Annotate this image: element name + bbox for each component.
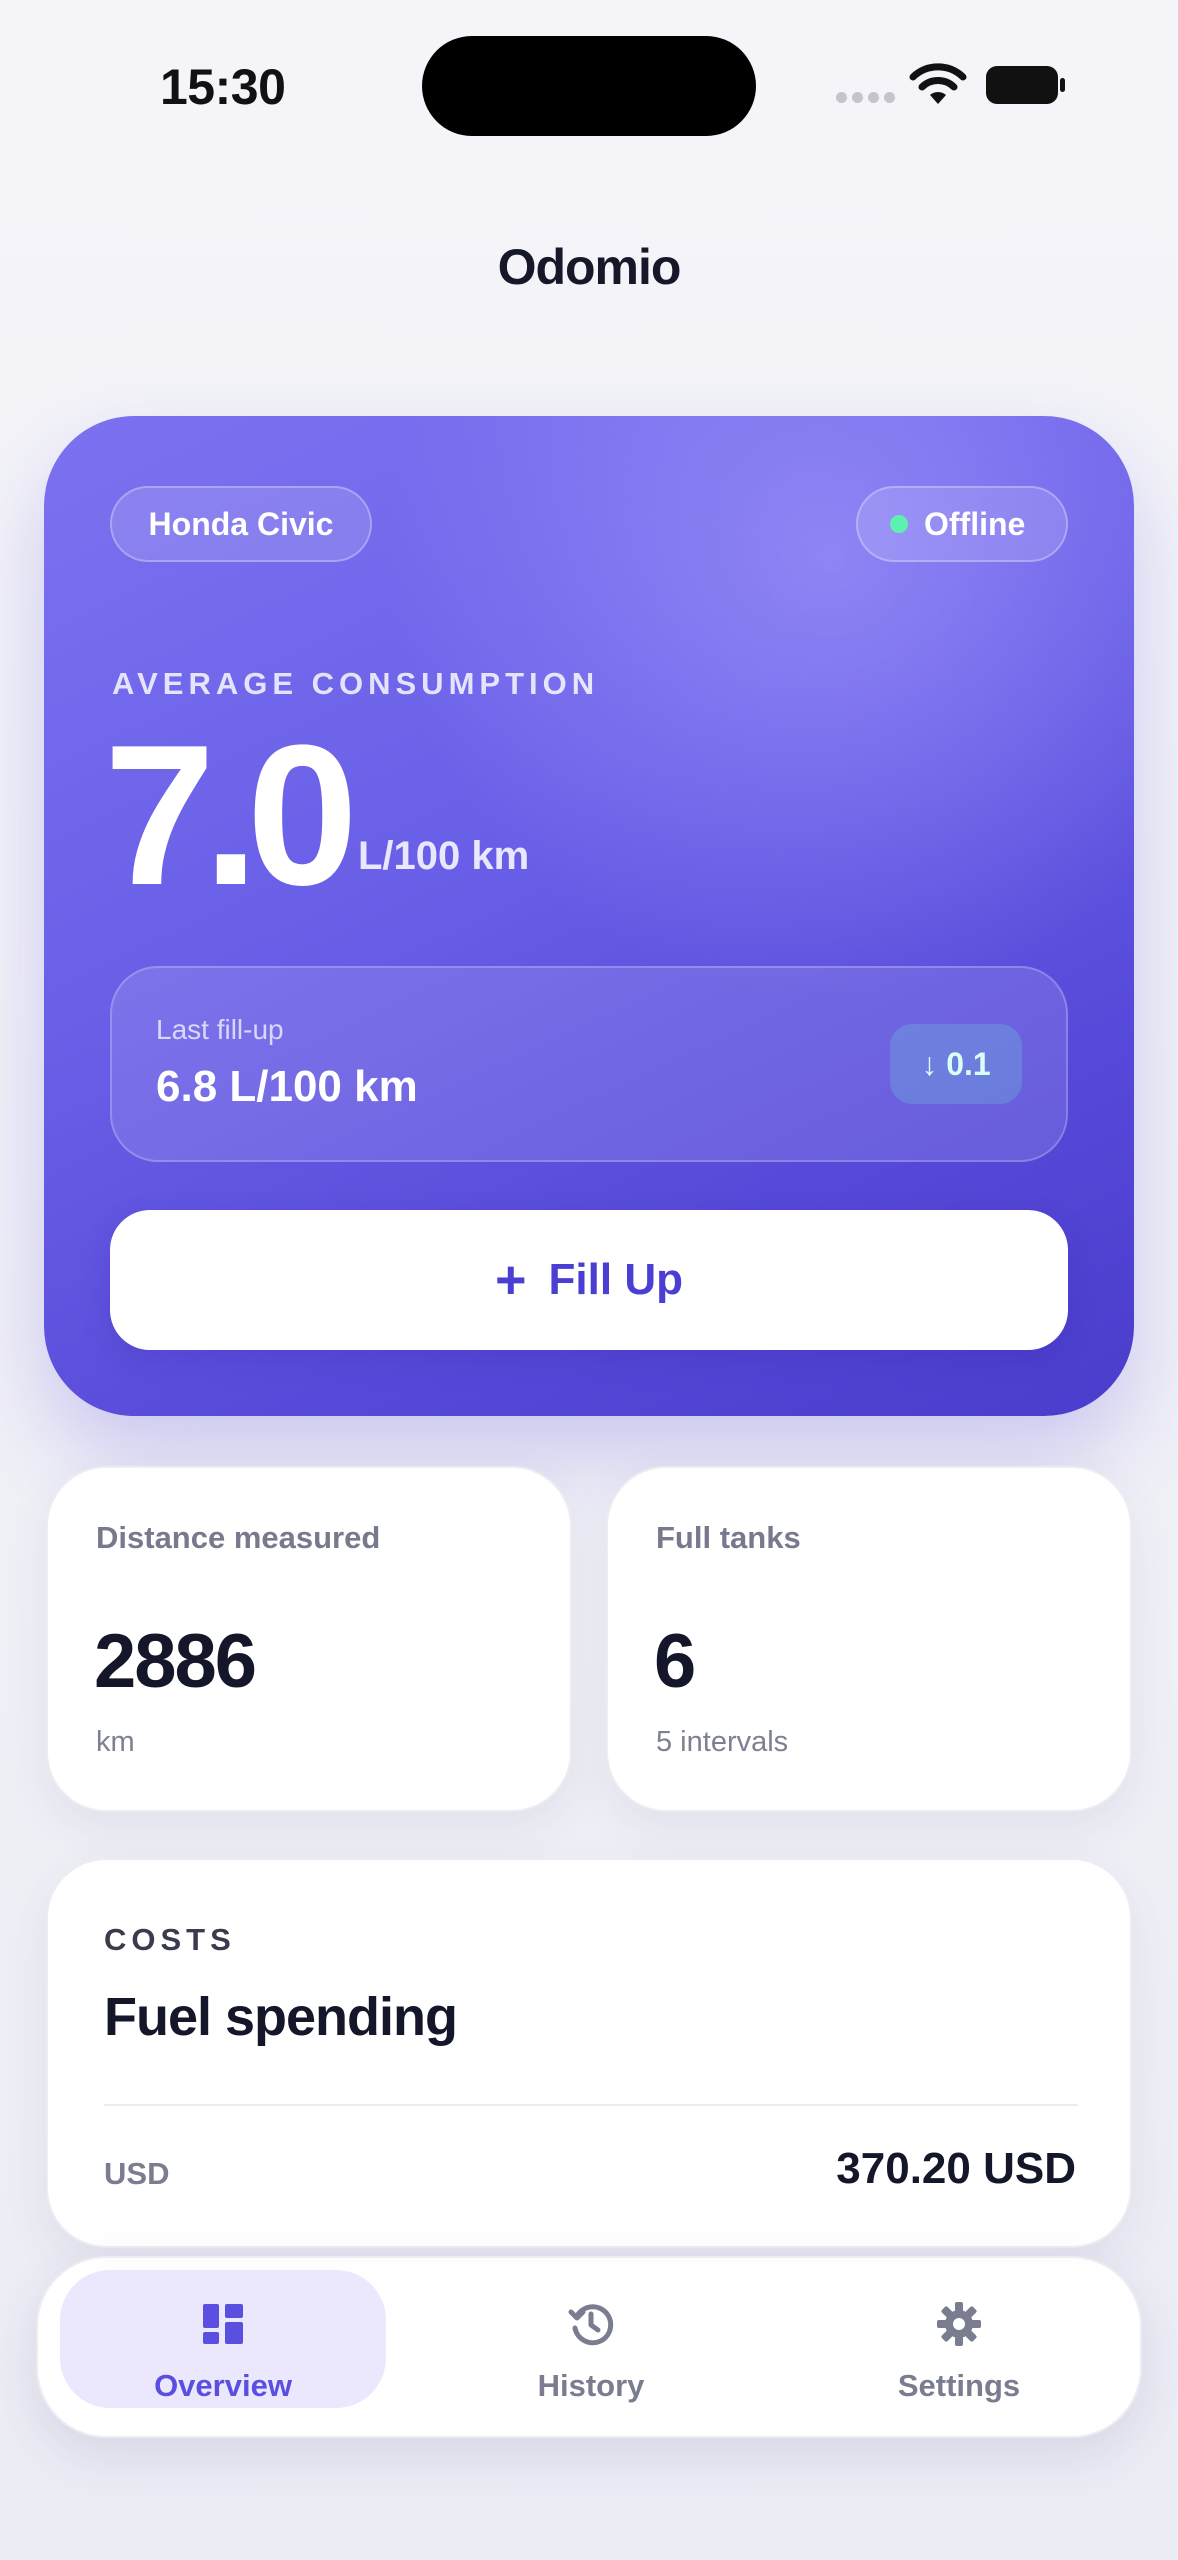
history-icon <box>568 2304 614 2346</box>
costs-card: COSTS Fuel spending USD 370.20 USD <box>46 1858 1132 2248</box>
full-tanks-value: 6 <box>654 1619 696 1704</box>
full-tanks-intervals: 5 intervals <box>656 1726 789 1758</box>
last-fill-value: 6.8 L/100 km <box>156 1062 418 1111</box>
average-consumption-value: 7.0 <box>104 704 358 927</box>
connection-status-label: Offline <box>924 505 1026 542</box>
full-tanks-card: Full tanks 6 5 intervals <box>606 1466 1132 1812</box>
distance-unit: km <box>96 1726 135 1758</box>
app-title: Odomio <box>497 239 682 295</box>
tab-history[interactable]: History <box>428 2270 754 2408</box>
tab-bar: Overview History Settings <box>36 2256 1142 2438</box>
divider <box>104 2104 1078 2106</box>
status-dot-icon <box>890 515 908 533</box>
consumption-card: Honda Civic Offline AVERAGE CONSUMPTION … <box>44 416 1134 1416</box>
wifi-icon <box>909 63 967 104</box>
battery-icon <box>986 66 1066 106</box>
dashboard-icon <box>203 2304 243 2344</box>
tab-settings[interactable]: Settings <box>796 2270 1122 2408</box>
dynamic-island <box>422 36 756 136</box>
tab-history-label: History <box>537 2368 645 2403</box>
tab-overview[interactable]: Overview <box>60 2270 386 2408</box>
fill-up-button[interactable]: + Fill Up <box>110 1210 1068 1350</box>
vehicle-selector[interactable]: Honda Civic <box>110 486 372 562</box>
connection-status-badge: Offline <box>856 486 1068 562</box>
costs-eyebrow: COSTS <box>104 1922 236 1957</box>
fuel-spending-amount: 370.20 USD <box>836 2144 1076 2193</box>
distance-title: Distance measured <box>96 1520 381 1555</box>
average-consumption-unit: L/100 km <box>358 834 530 878</box>
tab-overview-label: Overview <box>154 2368 292 2403</box>
fill-up-label: Fill Up <box>548 1255 683 1304</box>
average-consumption-label: AVERAGE CONSUMPTION <box>112 666 600 701</box>
full-tanks-title: Full tanks <box>656 1520 801 1555</box>
cellular-signal-icon <box>836 92 896 104</box>
last-fill-panel: Last fill-up 6.8 L/100 km ↓ 0.1 <box>110 966 1068 1162</box>
consumption-delta-badge: ↓ 0.1 <box>890 1024 1022 1104</box>
distance-card: Distance measured 2886 km <box>46 1466 572 1812</box>
costs-heading: Fuel spending <box>104 1987 458 2047</box>
last-fill-label: Last fill-up <box>156 1014 284 1045</box>
gear-icon <box>937 2302 981 2346</box>
plus-icon: + <box>495 1250 527 1310</box>
status-time: 15:30 <box>160 59 286 115</box>
currency-label: USD <box>104 2156 170 2191</box>
distance-value: 2886 <box>94 1619 257 1704</box>
tab-settings-label: Settings <box>897 2368 1021 2403</box>
